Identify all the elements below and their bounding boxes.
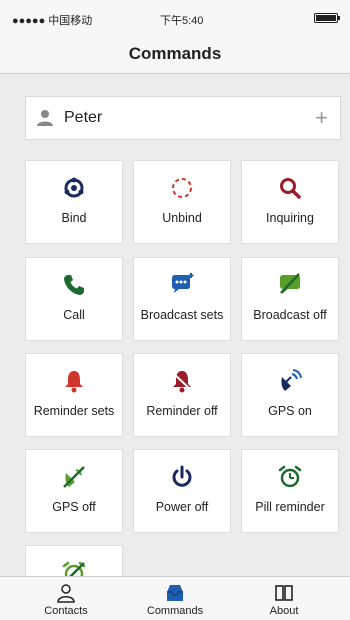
- command-label: Broadcast sets: [140, 308, 224, 322]
- book-icon: [226, 583, 342, 603]
- command-label: Bind: [61, 211, 87, 225]
- satellite-dish-icon: [242, 368, 338, 394]
- person-icon: [36, 109, 54, 127]
- magnifier-icon: [242, 175, 338, 201]
- command-label: Power off: [155, 500, 209, 514]
- bell-icon: [26, 368, 122, 394]
- chat-off-icon: [242, 272, 338, 298]
- chat-bubble-icon: [134, 272, 230, 298]
- status-bar: ●●●●● 中国移动 下午5:40: [0, 0, 350, 34]
- command-gps-on[interactable]: GPS on: [241, 353, 339, 437]
- command-broadcast-sets[interactable]: Broadcast sets: [133, 257, 231, 341]
- carrier-signal: ●●●●● 中国移动: [12, 15, 93, 27]
- command-label: Unbind: [162, 211, 202, 225]
- command-label: Call: [63, 308, 85, 322]
- command-partial[interactable]: [25, 545, 123, 576]
- satellite-dish-off-icon: [26, 464, 122, 490]
- command-label: Reminder off: [146, 404, 218, 418]
- command-label: GPS on: [268, 404, 312, 418]
- tab-label: About: [269, 605, 299, 617]
- tab-contacts[interactable]: Contacts: [8, 577, 124, 620]
- command-reminder-off[interactable]: Reminder off: [133, 353, 231, 437]
- page-title: Commands: [128, 44, 222, 63]
- command-power-off[interactable]: Power off: [133, 449, 231, 533]
- nav-bar: Commands: [0, 34, 350, 74]
- command-pill-reminder[interactable]: Pill reminder: [241, 449, 339, 533]
- tab-about[interactable]: About: [226, 577, 342, 620]
- person-outline-icon: [8, 583, 124, 603]
- command-unbind[interactable]: Unbind: [133, 160, 231, 244]
- command-label: Inquiring: [266, 211, 314, 225]
- alarm-clock-off-icon: [26, 560, 122, 576]
- unbind-icon: [134, 175, 230, 201]
- tab-label: Commands: [146, 605, 204, 617]
- power-icon: [134, 464, 230, 490]
- command-label: Reminder sets: [33, 404, 115, 418]
- command-inquiring[interactable]: Inquiring: [241, 160, 339, 244]
- tab-commands[interactable]: Commands: [117, 577, 233, 620]
- alarm-clock-icon: [242, 464, 338, 490]
- add-user-button[interactable]: +: [315, 105, 328, 131]
- command-broadcast-off[interactable]: Broadcast off: [241, 257, 339, 341]
- user-name: Peter: [64, 109, 103, 126]
- command-call[interactable]: Call: [25, 257, 123, 341]
- tab-label: Contacts: [44, 605, 88, 617]
- status-time: 下午5:40: [160, 15, 204, 27]
- command-gps-off[interactable]: GPS off: [25, 449, 123, 533]
- bind-icon: [26, 175, 122, 201]
- user-selector[interactable]: Peter +: [25, 96, 341, 140]
- command-reminder-sets[interactable]: Reminder sets: [25, 353, 123, 437]
- command-label: Broadcast off: [253, 308, 327, 322]
- inbox-tray-icon: [117, 583, 233, 603]
- phone-icon: [26, 272, 122, 298]
- tab-bar: Contacts Commands About: [0, 576, 350, 620]
- command-label: GPS off: [52, 500, 96, 514]
- battery-icon: [314, 13, 340, 23]
- bell-off-icon: [134, 368, 230, 394]
- command-bind[interactable]: Bind: [25, 160, 123, 244]
- command-label: Pill reminder: [255, 500, 325, 514]
